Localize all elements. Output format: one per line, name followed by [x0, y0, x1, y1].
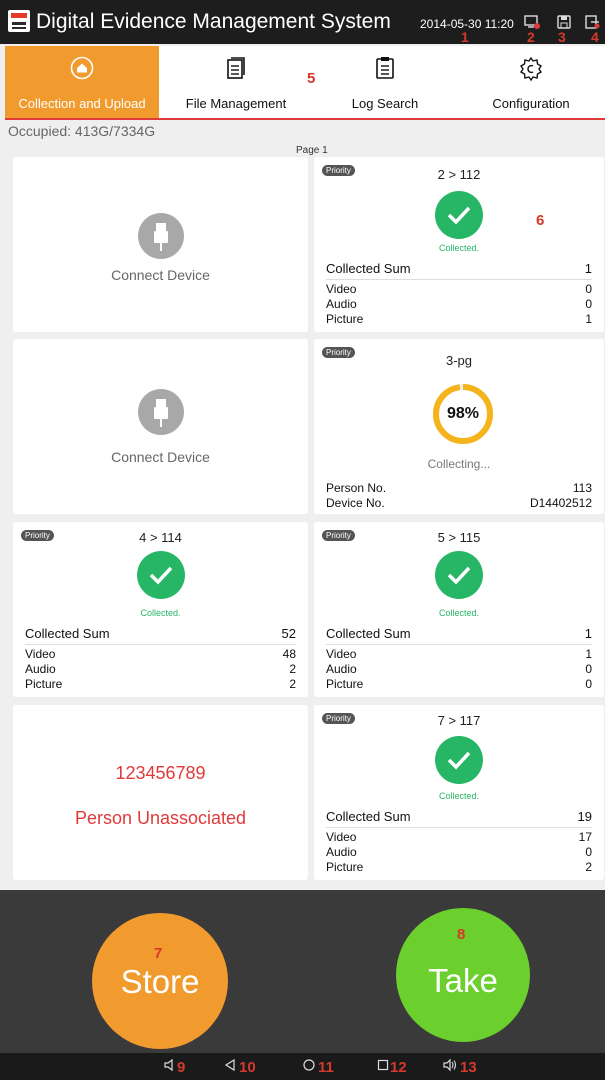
audio-count-row: Audio 0	[326, 845, 592, 859]
checkmark-icon	[435, 736, 483, 784]
tab-log-search[interactable]: Log Search	[313, 46, 457, 118]
collected-sum-row: Collected Sum 19	[326, 809, 592, 824]
video-count-row: Video 17	[326, 830, 592, 844]
picture-count-row: Picture 0	[326, 677, 592, 691]
collected-status: Collected.	[438, 243, 480, 253]
callout-7: 7	[154, 945, 163, 962]
connect-device-label: Connect Device	[111, 449, 210, 465]
slot-sequence: 7 > 117	[437, 713, 481, 728]
back-icon[interactable]	[223, 1058, 237, 1072]
action-panel: 7 Store 8 Take	[0, 890, 605, 1053]
collected-status: Collected.	[140, 608, 181, 618]
callout-3: 3	[558, 29, 566, 45]
tab-label: File Management	[185, 96, 287, 111]
recents-icon[interactable]	[376, 1058, 390, 1072]
callout-13: 13	[460, 1059, 477, 1076]
app-title: Digital Evidence Management System	[36, 10, 391, 33]
card-number: 123456789	[115, 763, 206, 783]
tab-configuration[interactable]: Configuration	[457, 46, 605, 118]
checkmark-icon	[435, 191, 483, 239]
take-button[interactable]: 8 Take	[396, 908, 530, 1042]
home-icon	[70, 56, 94, 80]
video-count-row: Video 1	[326, 647, 592, 661]
audio-count-row: Audio 2	[25, 662, 296, 676]
slot-card-8[interactable]: Priority 7 > 117 Collected. Collected Su…	[314, 705, 604, 880]
slot-sequence: 5 > 115	[437, 530, 481, 545]
video-count-row: Video 48	[25, 647, 296, 661]
usb-plug-icon	[137, 389, 184, 435]
store-button[interactable]: 7 Store	[92, 913, 228, 1049]
exit-icon[interactable]	[584, 14, 600, 30]
divider	[326, 827, 592, 828]
title-bar: Digital Evidence Management System 2014-…	[0, 0, 605, 45]
audio-count-row: Audio 0	[326, 297, 592, 311]
clipboard-icon	[376, 57, 394, 79]
tab-label: Collection and Upload	[18, 96, 146, 111]
slot-card-1[interactable]: Connect Device	[13, 157, 308, 332]
page-indicator: Page 1	[296, 145, 328, 156]
audio-count-row: Audio 0	[326, 662, 592, 676]
slot-sequence: 2 > 112	[437, 167, 481, 182]
tab-collection-upload[interactable]: Collection and Upload	[5, 46, 159, 118]
connect-device-label: Connect Device	[111, 267, 210, 283]
slot-card-6[interactable]: Priority 5 > 115 Collected. Collected Su…	[314, 522, 604, 697]
person-number-row: Person No. 113	[326, 481, 592, 495]
home-circle-icon[interactable]	[302, 1058, 316, 1072]
document-icon	[227, 57, 245, 79]
slot-sequence: 3-pg	[445, 353, 473, 368]
usb-plug-icon	[137, 213, 184, 259]
collected-status: Collected.	[438, 791, 480, 801]
callout-9: 9	[177, 1059, 186, 1076]
person-unassociated-label: Person Unassociated	[74, 808, 247, 828]
callout-10: 10	[239, 1059, 256, 1076]
gear-icon	[520, 56, 542, 82]
slot-card-3[interactable]: Connect Device	[13, 339, 308, 514]
volume-up-icon[interactable]	[443, 1058, 457, 1072]
collected-sum-row: Collected Sum 1	[326, 261, 592, 276]
collecting-status: Collecting...	[427, 457, 491, 471]
device-status-icon[interactable]	[524, 14, 540, 30]
video-count-row: Video 0	[326, 282, 592, 296]
slot-card-4[interactable]: Priority 3-pg 98% Collecting... Person N…	[314, 339, 604, 514]
callout-1: 1	[461, 29, 469, 45]
callout-12: 12	[390, 1059, 407, 1076]
collected-status: Collected.	[438, 608, 480, 618]
picture-count-row: Picture 1	[326, 312, 592, 326]
callout-6: 6	[536, 212, 545, 229]
volume-down-icon[interactable]	[163, 1058, 177, 1072]
storage-usage: Occupied: 413G/7334G	[8, 123, 156, 139]
checkmark-icon	[136, 551, 185, 599]
callout-11: 11	[318, 1059, 334, 1076]
slot-card-7[interactable]: 123456789 Person Unassociated	[13, 705, 308, 880]
tab-label: Log Search	[351, 96, 419, 111]
tab-file-management[interactable]: File Management	[159, 46, 313, 118]
system-nav-bar: 9 10 11 12 13	[0, 1053, 605, 1080]
main-tab-bar: Collection and Upload File Management 5 …	[5, 46, 605, 120]
slot-sequence: 4 > 114	[139, 530, 182, 545]
collected-sum-row: Collected Sum 1	[326, 626, 592, 641]
picture-count-row: Picture 2	[326, 860, 592, 874]
divider	[326, 644, 592, 645]
tab-label: Configuration	[492, 96, 570, 111]
save-icon[interactable]	[556, 14, 572, 30]
progress-percent: 98%	[446, 405, 480, 422]
divider	[326, 279, 592, 280]
slot-card-5[interactable]: Priority 4 > 114 Collected. Collected Su…	[13, 522, 308, 697]
callout-8: 8	[457, 926, 466, 943]
collected-sum-row: Collected Sum 52	[25, 626, 296, 641]
callout-4: 4	[591, 29, 599, 45]
slot-card-2[interactable]: Priority 2 > 112 Collected. 6 Collected …	[314, 157, 604, 332]
checkmark-icon	[435, 551, 483, 599]
picture-count-row: Picture 2	[25, 677, 296, 691]
divider	[25, 644, 296, 645]
device-number-row: Device No. D14402512	[326, 496, 592, 510]
callout-2: 2	[527, 29, 535, 45]
app-logo-icon	[8, 10, 30, 32]
